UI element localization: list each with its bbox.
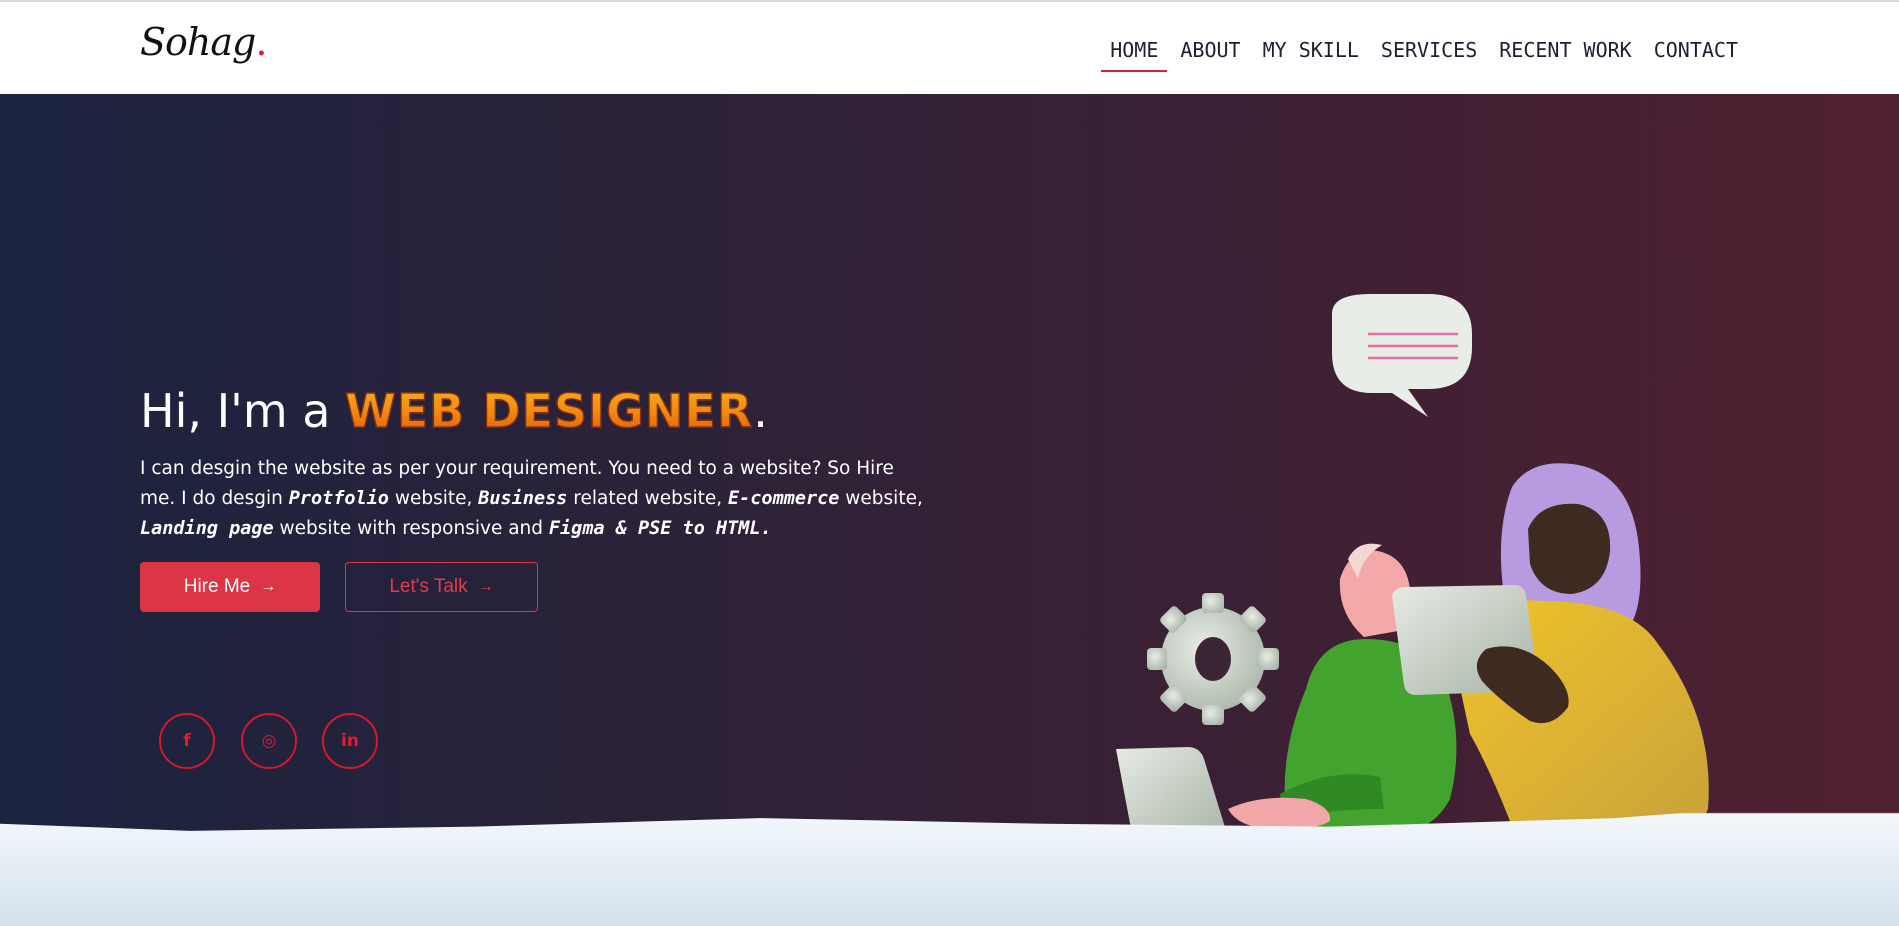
nav-item-services[interactable]: SERVICES <box>1370 34 1488 72</box>
instagram-icon: ◎ <box>261 731 277 751</box>
hire-me-label: Hire Me <box>183 576 251 597</box>
desc-text-2: website, <box>388 488 479 509</box>
hero-section: Hi, I'm a WEB DESIGNER. I can desgin the… <box>0 94 1899 926</box>
nav-item-recent-work[interactable]: RECENT WORK <box>1488 34 1642 72</box>
hero-description: I can desgin the website as per your req… <box>140 454 930 544</box>
linkedin-link[interactable]: in <box>322 713 378 769</box>
logo[interactable]: Sohag. <box>140 20 267 64</box>
nav-item-contact[interactable]: CONTACT <box>1643 34 1749 72</box>
hire-me-button[interactable]: Hire Me → <box>140 562 320 612</box>
desc-em-portfolio: Protfolio <box>288 488 389 509</box>
woman-face <box>1528 503 1611 594</box>
desc-text-3: related website, <box>567 488 729 509</box>
hero-illustration <box>1116 294 1709 846</box>
nav-item-about[interactable]: ABOUT <box>1169 34 1251 72</box>
hero-period: . <box>753 384 768 438</box>
gear-icon <box>1147 593 1279 725</box>
nav-item-home[interactable]: HOME <box>1099 34 1169 72</box>
arrow-right-icon: → <box>477 578 494 595</box>
desc-em-business: Business <box>478 488 568 509</box>
speech-bubble-icon <box>1332 294 1472 417</box>
facebook-icon: f <box>183 731 191 751</box>
linkedin-icon: in <box>341 731 359 751</box>
logo-text: Sohag <box>140 20 256 64</box>
lets-talk-label: Let's Talk <box>389 576 468 597</box>
hero-title: Hi, I'm a WEB DESIGNER. <box>140 383 768 438</box>
hero-greeting: Hi, I'm a <box>140 384 346 438</box>
desc-em-landing-page: Landing page <box>140 518 274 539</box>
nav-item-my-skill[interactable]: MY SKILL <box>1252 34 1370 72</box>
hero-role: WEB DESIGNER <box>344 383 754 438</box>
instagram-link[interactable]: ◎ <box>241 713 297 769</box>
navbar: Sohag. HOME ABOUT MY SKILL SERVICES RECE… <box>0 2 1899 94</box>
desc-text-5: website with responsive and <box>273 518 549 539</box>
facebook-link[interactable]: f <box>159 713 215 769</box>
logo-dot: . <box>255 20 267 64</box>
desc-em-figma: Figma & PSE to HTML. <box>548 518 772 539</box>
desc-em-ecommerce: E-commerce <box>728 488 840 509</box>
arrow-right-icon: → <box>260 578 277 595</box>
main-nav: HOME ABOUT MY SKILL SERVICES RECENT WORK… <box>1099 34 1749 72</box>
lets-talk-button[interactable]: Let's Talk → <box>345 562 538 612</box>
desc-text-4: website, <box>839 488 923 509</box>
